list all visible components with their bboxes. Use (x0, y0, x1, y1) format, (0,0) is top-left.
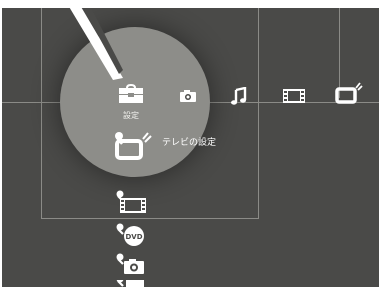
tv-settings-icon (115, 132, 152, 160)
toolbox-icon (119, 84, 143, 103)
frame-top (0, 0, 381, 8)
dvd-settings-icon: DVD (116, 223, 144, 246)
category-video[interactable] (281, 87, 307, 105)
category-music[interactable] (229, 86, 249, 106)
settings-item-photo[interactable] (114, 252, 150, 276)
frame-bottom (0, 287, 381, 293)
video-settings-icon (116, 190, 146, 213)
film-strip-icon (283, 89, 305, 103)
category-label-settings: 設定 (123, 111, 139, 120)
pointer-indicator (65, 0, 123, 80)
music-note-icon (231, 87, 247, 105)
guide-line (41, 218, 259, 219)
settings-item-video[interactable] (114, 189, 150, 215)
settings-item-dvd[interactable]: DVD (114, 222, 150, 246)
settings-item-tv-label: テレビの設定 (162, 138, 217, 148)
camera-icon (180, 90, 196, 102)
guide-line (41, 8, 42, 219)
dvd-badge-text: DVD (125, 233, 142, 241)
category-photo[interactable] (177, 88, 199, 104)
guide-line (258, 8, 259, 219)
category-tv[interactable] (334, 80, 364, 106)
xmb-screen: 設定 テレビの設定 DVD (0, 0, 381, 293)
tv-icon (335, 82, 363, 104)
photo-settings-icon (116, 253, 144, 274)
frame-left (0, 0, 2, 293)
settings-item-tv[interactable] (112, 130, 152, 160)
category-settings[interactable] (117, 83, 145, 105)
